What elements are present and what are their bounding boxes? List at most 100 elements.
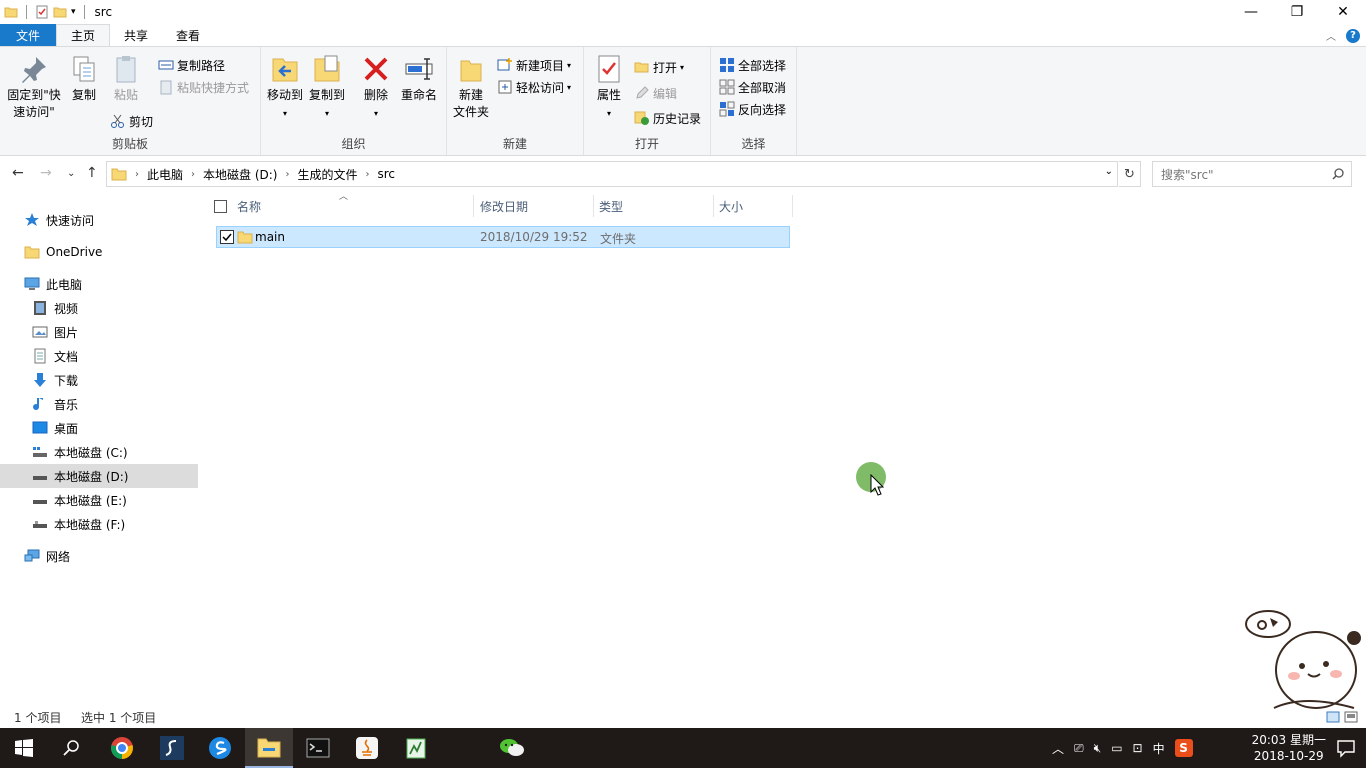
nav-drive-e[interactable]: 本地磁盘 (E:) <box>0 488 198 512</box>
rename-button[interactable]: 重命名 <box>399 53 439 104</box>
move-to-button[interactable]: 移动到 ▾ <box>265 53 305 122</box>
network-status-icon[interactable]: ⊡ <box>1133 741 1143 755</box>
column-divider[interactable] <box>792 195 793 217</box>
chevron-down-icon: ▾ <box>282 109 287 118</box>
sogou-input-icon[interactable]: S <box>1174 739 1193 757</box>
breadcrumb-drive-d[interactable]: 本地磁盘 (D:) <box>203 166 277 183</box>
properties-icon[interactable] <box>35 5 49 19</box>
up-button[interactable]: ↑ <box>86 165 98 181</box>
search-button[interactable] <box>48 728 96 768</box>
nav-pictures[interactable]: 图片 <box>0 320 198 344</box>
open-button[interactable]: 打开 ▾ <box>634 57 684 77</box>
battery-icon[interactable]: ▭ <box>1111 741 1122 755</box>
maximize-button[interactable]: ❐ <box>1274 0 1320 24</box>
video-icon <box>34 301 46 315</box>
taskbar-chrome[interactable] <box>98 728 146 768</box>
nav-drive-c[interactable]: 本地磁盘 (C:) <box>0 440 198 464</box>
search-input[interactable]: 搜索"src" <box>1152 161 1352 187</box>
start-button[interactable] <box>0 728 48 768</box>
back-button[interactable]: ← <box>12 165 24 181</box>
delete-button[interactable]: 删除 ▾ <box>359 53 393 122</box>
new-folder-button[interactable]: 新建 文件夹 <box>451 53 491 121</box>
nav-onedrive[interactable]: OneDrive <box>0 240 198 264</box>
chevron-up-icon[interactable]: ︿ <box>1052 740 1064 757</box>
ime-indicator[interactable]: 中 <box>1153 740 1165 757</box>
chevron-right-icon[interactable]: › <box>135 169 139 180</box>
folder-icon <box>111 168 127 181</box>
notification-button[interactable] <box>1336 738 1356 761</box>
taskbar-file-explorer[interactable] <box>245 728 293 768</box>
address-bar[interactable]: › 此电脑 › 本地磁盘 (D:) › 生成的文件 › src ⌄ <box>106 161 1118 187</box>
tab-share[interactable]: 共享 <box>110 24 162 46</box>
select-all-checkbox[interactable] <box>214 193 227 219</box>
easy-access-label: 轻松访问 <box>516 80 565 95</box>
document-icon <box>34 348 46 364</box>
edit-button[interactable]: 编辑 <box>634 83 677 103</box>
breadcrumb-src[interactable]: src <box>378 167 396 181</box>
nav-downloads[interactable]: 下载 <box>0 368 198 392</box>
nav-documents[interactable]: 文档 <box>0 344 198 368</box>
select-all-button[interactable]: 全部选择 <box>719 55 786 75</box>
chevron-up-icon[interactable]: ︿ <box>1326 28 1336 43</box>
pin-quick-access-button[interactable]: 固定到"快 速访问" <box>4 53 64 121</box>
volume-muted-icon[interactable]: 🔇︎ <box>1094 741 1102 756</box>
copy-path-button[interactable]: 复制路径 <box>158 55 225 75</box>
new-item-button[interactable]: 新建项目 ▾ <box>497 55 571 75</box>
tab-file[interactable]: 文件 <box>0 24 56 46</box>
chevron-right-icon[interactable]: › <box>366 169 370 180</box>
row-checkbox[interactable] <box>220 230 234 247</box>
breadcrumb-generated-files[interactable]: 生成的文件 <box>297 166 357 183</box>
column-divider[interactable] <box>593 195 594 217</box>
copy-to-button[interactable]: 复制到 ▾ <box>307 53 347 122</box>
taskbar-java[interactable] <box>343 728 391 768</box>
properties-button[interactable]: 属性 ▾ <box>592 53 626 122</box>
history-button[interactable]: 历史记录 <box>634 108 701 128</box>
nav-videos[interactable]: 视频 <box>0 296 198 320</box>
invert-selection-button[interactable]: 反向选择 <box>719 99 786 119</box>
nav-network[interactable]: 网络 <box>0 544 198 568</box>
breadcrumb-this-pc[interactable]: 此电脑 <box>147 166 183 183</box>
forward-button[interactable]: → <box>40 165 52 181</box>
taskbar-terminal[interactable] <box>294 728 342 768</box>
new-folder-icon[interactable] <box>53 5 67 19</box>
taskbar-clock[interactable]: 20:03 星期一 2018-10-29 <box>1252 732 1326 764</box>
taskbar-app-s[interactable] <box>148 728 196 768</box>
nav-desktop[interactable]: 桌面 <box>0 416 198 440</box>
column-divider[interactable] <box>713 195 714 217</box>
table-row[interactable]: main 2018/10/29 19:52 文件夹 <box>216 226 790 248</box>
column-name[interactable]: 名称 <box>237 193 261 219</box>
tab-home[interactable]: 主页 <box>56 24 111 46</box>
rename-label: 重命名 <box>400 88 437 102</box>
close-button[interactable]: ✕ <box>1320 0 1366 24</box>
chevron-down-icon[interactable]: ⌄ <box>1105 166 1113 177</box>
select-none-button[interactable]: 全部取消 <box>719 77 786 97</box>
easy-access-button[interactable]: 轻松访问 ▾ <box>497 77 571 97</box>
taskbar-wechat[interactable] <box>488 728 536 768</box>
chevron-right-icon[interactable]: › <box>285 169 289 180</box>
cut-button[interactable]: 剪切 <box>110 111 153 131</box>
refresh-button[interactable]: ↻ <box>1119 161 1141 187</box>
copy-button[interactable]: 复制 <box>66 53 102 104</box>
taskbar-notepad[interactable] <box>392 728 440 768</box>
column-modified[interactable]: 修改日期 <box>480 193 528 219</box>
tab-view[interactable]: 查看 <box>162 24 214 46</box>
taskbar-sogou-browser[interactable] <box>196 728 244 768</box>
nav-this-pc[interactable]: 此电脑 <box>0 272 198 296</box>
nav-music[interactable]: 音乐 <box>0 392 198 416</box>
details-view-icon[interactable] <box>1326 710 1340 724</box>
help-icon[interactable]: ? <box>1346 28 1360 43</box>
recent-locations-button[interactable]: ⌄ <box>67 168 75 179</box>
chevron-down-icon[interactable]: ▾ <box>71 7 76 17</box>
paste-shortcut-button[interactable]: 粘贴快捷方式 <box>158 77 249 97</box>
camera-icon[interactable]: ⎚ <box>1074 741 1084 756</box>
nav-quick-access[interactable]: 快速访问 <box>0 208 198 232</box>
minimize-button[interactable]: — <box>1228 0 1274 24</box>
column-size[interactable]: 大小 <box>719 193 743 219</box>
column-divider[interactable] <box>473 195 474 217</box>
large-icons-view-icon[interactable] <box>1344 710 1358 724</box>
nav-drive-f[interactable]: 本地磁盘 (F:) <box>0 512 198 536</box>
chevron-right-icon[interactable]: › <box>191 169 195 180</box>
column-type[interactable]: 类型 <box>599 193 623 219</box>
nav-drive-d[interactable]: 本地磁盘 (D:) <box>0 464 198 488</box>
paste-button[interactable]: 粘贴 <box>108 53 144 104</box>
